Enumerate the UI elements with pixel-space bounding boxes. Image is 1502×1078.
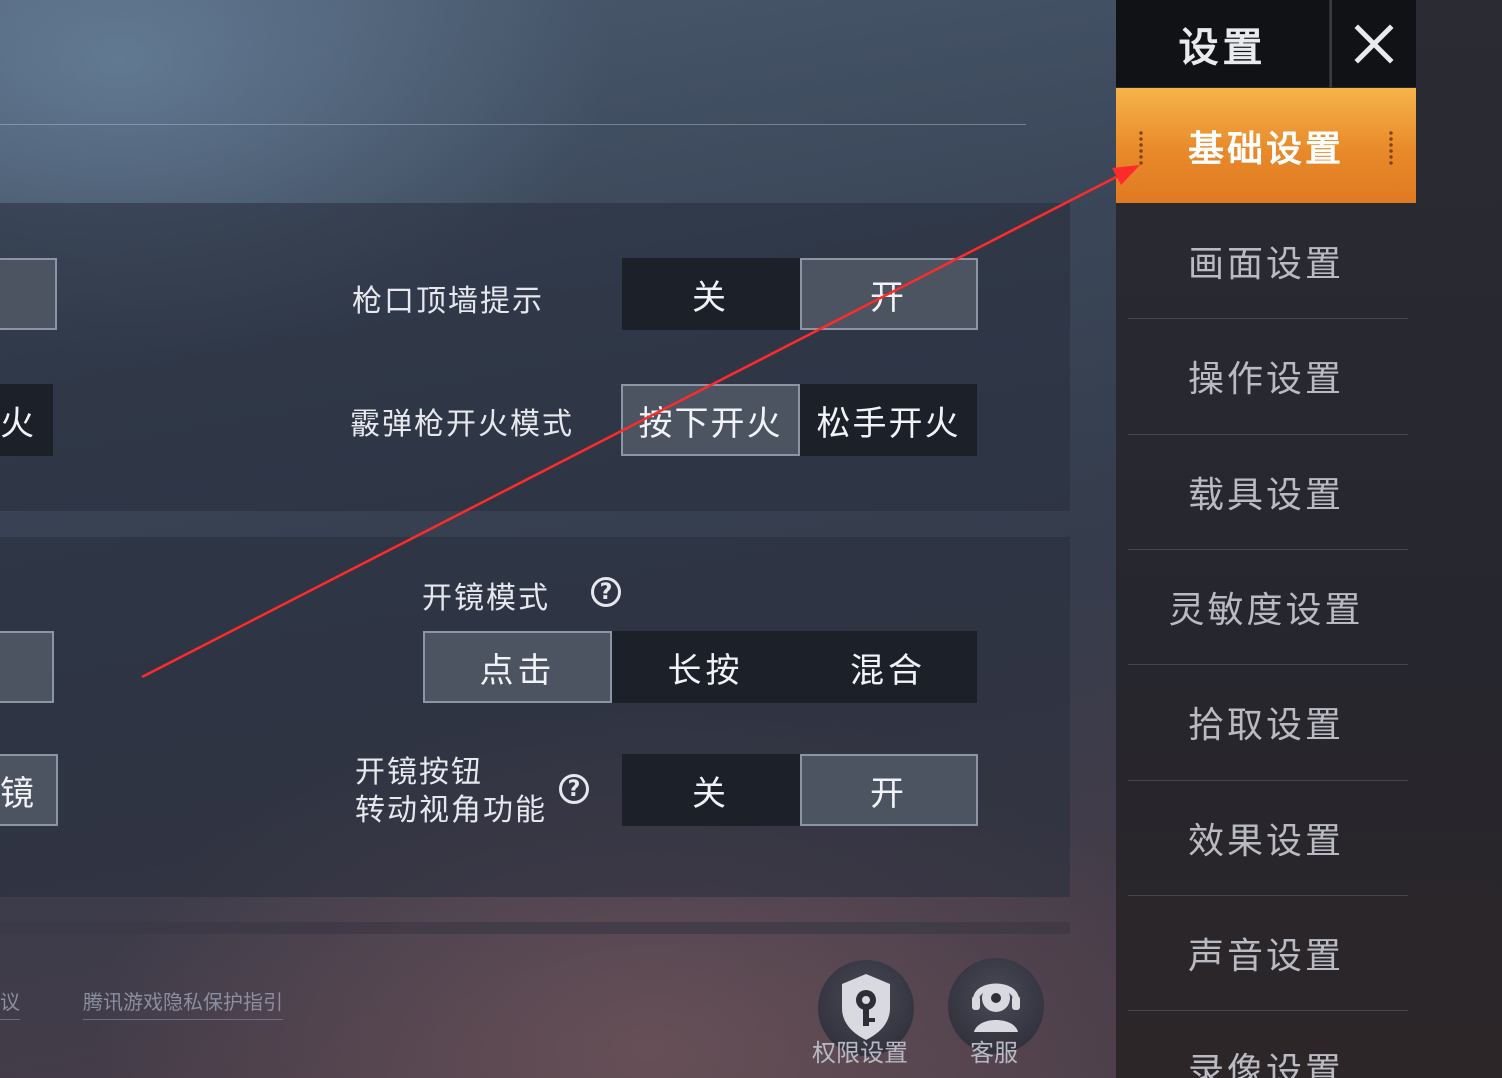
help-icon[interactable]: ? xyxy=(559,774,589,804)
scope-tap-button[interactable]: 点击 xyxy=(423,631,612,703)
sidebar-item-label: 画面设置 xyxy=(1187,243,1344,285)
muzzle-wall-hint-label: 枪口顶墙提示 xyxy=(352,284,544,319)
sidebar-item-pickup[interactable]: 拾取设置 xyxy=(1116,664,1416,779)
sidebar-item-sensitivity[interactable]: 灵敏度设置 xyxy=(1116,549,1416,664)
settings-group-fire xyxy=(0,203,1070,511)
scope-button-rotate-label: 开镜按钮 转动视角功能 xyxy=(355,755,547,828)
sidebar-item-basic[interactable]: 基础设置 xyxy=(1116,88,1416,203)
sidebar-item-sound[interactable]: 声音设置 xyxy=(1116,895,1416,1010)
divider xyxy=(0,124,1026,125)
sidebar-item-label: 载具设置 xyxy=(1187,474,1344,516)
scope-mode-label: 开镜模式 xyxy=(422,581,550,616)
scope-button-rotate-toggle: 关 开 xyxy=(622,754,978,826)
grip-dots-icon xyxy=(1138,130,1144,166)
shotgun-fire-mode-toggle: 按下开火 松手开火 xyxy=(621,384,977,456)
sidebar-item-label: 效果设置 xyxy=(1187,820,1344,862)
fire-on-press-button[interactable]: 按下开火 xyxy=(621,384,800,456)
scope-rotate-off-button[interactable]: 关 xyxy=(622,754,800,826)
privacy-guide-link[interactable]: 腾讯游戏隐私保护指引 xyxy=(83,986,283,1020)
sidebar-item-vehicle[interactable]: 载具设置 xyxy=(1116,434,1416,549)
scope-rotate-on-button[interactable]: 开 xyxy=(800,754,978,826)
muzzle-wall-hint-on-button[interactable]: 开 xyxy=(800,258,978,330)
muzzle-wall-hint-off-button[interactable]: 关 xyxy=(622,258,800,330)
close-icon xyxy=(1354,23,1394,64)
customer-service-label: 客服 xyxy=(970,1039,1018,1067)
muzzle-wall-hint-toggle: 关 开 xyxy=(622,258,978,330)
sidebar-item-replay[interactable]: 录像设置 xyxy=(1116,1010,1416,1078)
left-option-selected[interactable] xyxy=(0,258,57,330)
help-icon[interactable]: ? xyxy=(591,577,621,607)
sidebar-item-label: 操作设置 xyxy=(1187,358,1344,400)
sidebar-item-label: 拾取设置 xyxy=(1187,704,1344,746)
sidebar-title: 设置 xyxy=(1116,0,1329,87)
sidebar-item-label: 录像设置 xyxy=(1187,1050,1344,1078)
permission-settings-label: 权限设置 xyxy=(812,1039,908,1067)
left-option-selected[interactable] xyxy=(0,631,54,703)
left-option-fire[interactable]: 火 xyxy=(0,384,53,456)
sidebar-item-effects[interactable]: 效果设置 xyxy=(1116,780,1416,895)
sidebar-item-label: 灵敏度设置 xyxy=(1168,589,1364,631)
sidebar-item-graphics[interactable]: 画面设置 xyxy=(1116,203,1416,318)
scope-mode-toggle: 点击 长按 混合 xyxy=(423,631,977,703)
scope-mixed-button[interactable]: 混合 xyxy=(799,631,977,703)
left-option-scope-label: 镜 xyxy=(0,773,34,814)
left-option-scope[interactable]: 镜 xyxy=(0,754,58,826)
divider xyxy=(0,922,1070,934)
shotgun-fire-mode-label: 霰弹枪开火模式 xyxy=(350,407,574,442)
sidebar-item-label: 基础设置 xyxy=(1187,128,1344,170)
left-option-fire-label: 火 xyxy=(0,403,34,444)
sidebar-item-controls[interactable]: 操作设置 xyxy=(1116,318,1416,433)
fire-on-release-button[interactable]: 松手开火 xyxy=(800,384,977,456)
grip-dots-icon xyxy=(1388,130,1394,166)
close-button[interactable] xyxy=(1330,0,1416,87)
agreement-link[interactable]: 议 xyxy=(0,986,20,1020)
scope-hold-button[interactable]: 长按 xyxy=(612,631,799,703)
settings-screen: 火 镜 枪口顶墙提示 关 开 霰弹枪开火模式 按下开火 松手开火 开镜模式 ? … xyxy=(0,0,1502,1078)
sidebar-item-label: 声音设置 xyxy=(1187,935,1344,977)
